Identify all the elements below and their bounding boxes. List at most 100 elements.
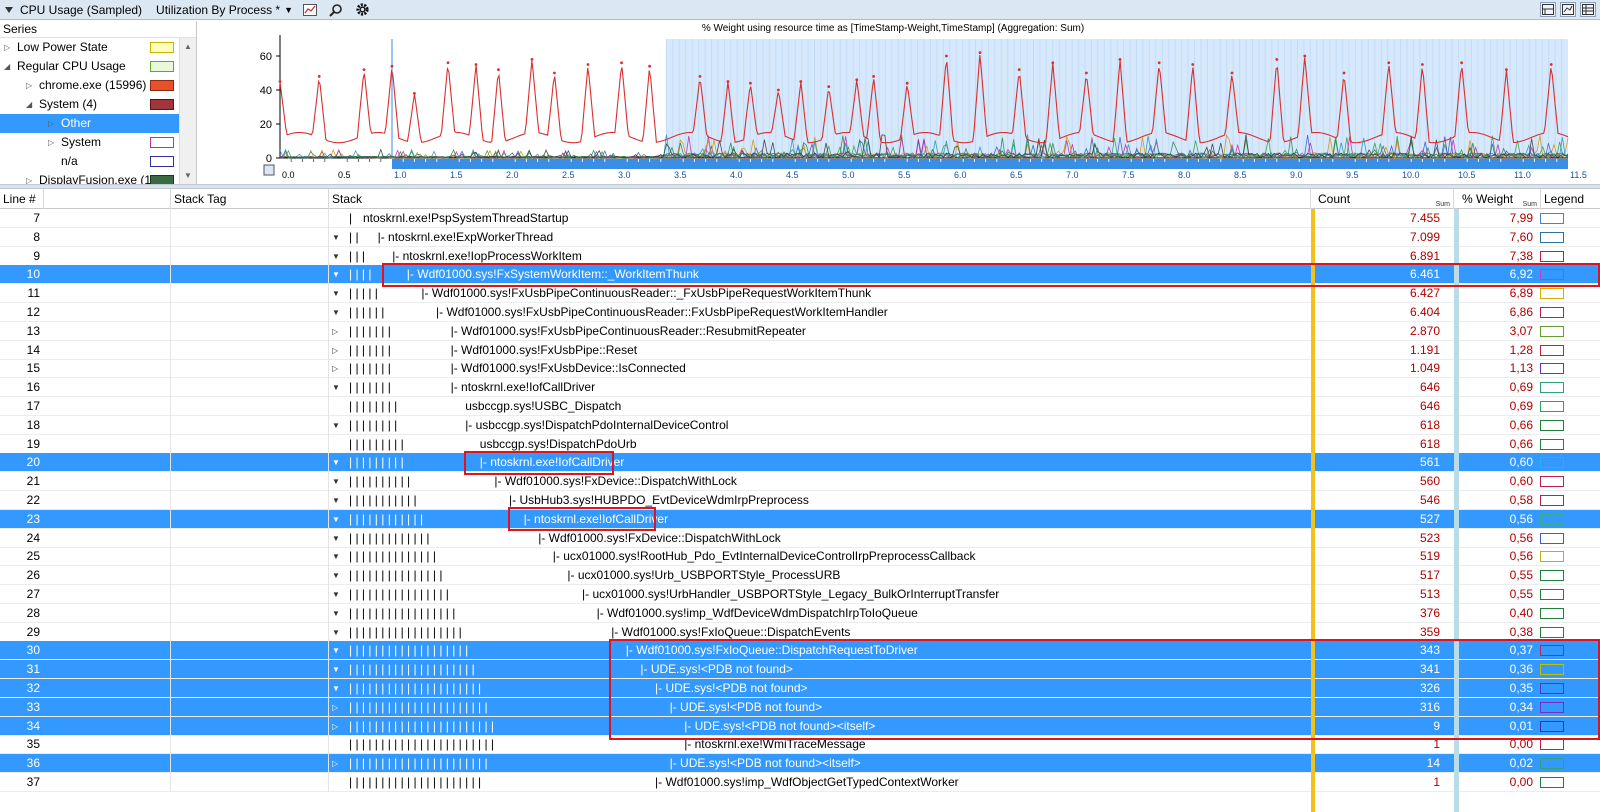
table-row[interactable]: 13 ▷ | | | | | | | |- Wdf01000.sys!FxUsbPi… [0, 321, 1600, 341]
table-row[interactable]: 12 ▼ | | | | | | |- Wdf01000.sys!FxUsbPipe… [0, 303, 1600, 322]
collapse-triangle-icon[interactable]: ▼ [332, 641, 340, 660]
table-row[interactable]: 29 ▼ | | | | | | | | | | | | | | | | | | |… [0, 622, 1600, 642]
table-row[interactable]: 20 ▼ | | | | | | | | | |- ntoskrnl.exe!Iof… [0, 453, 1600, 473]
series-item[interactable]: ◢ System (4) [0, 95, 196, 114]
col-stack[interactable]: Stack [329, 189, 1311, 209]
series-color-swatch[interactable] [150, 99, 174, 110]
table-row[interactable]: 14 ▷ | | | | | | | |- Wdf01000.sys!FxUsbPi… [0, 340, 1600, 360]
table-row[interactable]: 17 | | | | | | | | usbccgp.sys!USBC_Dispa… [0, 397, 1600, 416]
expand-triangle-icon[interactable]: ▷ [332, 698, 338, 717]
collapse-icon[interactable] [4, 5, 14, 15]
expand-triangle-icon[interactable]: ▷ [332, 341, 338, 360]
table-row[interactable]: 18 ▼ | | | | | | | | |- usbccgp.sys!Dispat… [0, 415, 1600, 435]
collapse-triangle-icon[interactable]: ▼ [332, 510, 340, 529]
expand-triangle-icon[interactable]: ▷ [48, 133, 54, 152]
graph-only-icon[interactable] [1560, 2, 1576, 17]
collapse-triangle-icon[interactable]: ◢ [26, 95, 32, 114]
column-divider-blue[interactable] [1454, 189, 1459, 812]
collapse-triangle-icon[interactable]: ▼ [332, 566, 340, 585]
table-row[interactable]: 30 ▼ | | | | | | | | | | | | | | | | | | |… [0, 641, 1600, 661]
table-row[interactable]: 26 ▼ | | | | | | | | | | | | | | | |- ucx0… [0, 566, 1600, 586]
table-row[interactable]: 7 | ntoskrnl.exe!PspSystemThreadStartup 7.… [0, 209, 1600, 228]
table-row[interactable]: 25 ▼ | | | | | | | | | | | | | | |- ucx010… [0, 547, 1600, 567]
series-color-swatch[interactable] [150, 118, 174, 129]
table-row[interactable]: 31 ▼ | | | | | | | | | | | | | | | | | | |… [0, 660, 1600, 680]
series-item[interactable]: n/a [0, 152, 196, 171]
table-row[interactable]: 27 ▼ | | | | | | | | | | | | | | | | |- uc… [0, 585, 1600, 604]
collapse-triangle-icon[interactable]: ▼ [332, 491, 340, 510]
expand-triangle-icon[interactable]: ▷ [332, 754, 338, 773]
col-pct-weight[interactable]: % Weight Sum [1459, 189, 1541, 209]
table-row[interactable]: 22 ▼ | | | | | | | | | | | |- UsbHub3.sys!… [0, 491, 1600, 510]
table-row[interactable]: 8 ▼ | | |- ntoskrnl.exe!ExpWorkerThread 7.0… [0, 227, 1600, 247]
table-row[interactable]: 35 | | | | | | | | | | | | | | | | | | | … [0, 735, 1600, 755]
series-item[interactable]: ▷ System [0, 133, 196, 152]
collapse-triangle-icon[interactable]: ▼ [332, 378, 340, 397]
table-row[interactable]: 10 ▼ | | | | |- Wdf01000.sys!FxSystemWorkI… [0, 265, 1600, 285]
series-item[interactable]: ▷ DisplayFusion.exe (1 [0, 171, 196, 184]
series-color-swatch[interactable] [150, 80, 174, 91]
table-row[interactable]: 32 ▼ | | | | | | | | | | | | | | | | | | |… [0, 679, 1600, 698]
gear-icon[interactable] [353, 2, 371, 18]
series-color-swatch[interactable] [150, 175, 174, 184]
expand-triangle-icon[interactable]: ▷ [48, 114, 54, 133]
table-row[interactable]: 11 ▼ | | | | | |- Wdf01000.sys!FxUsbPipeCo… [0, 284, 1600, 304]
expand-triangle-icon[interactable]: ▷ [4, 38, 10, 57]
collapse-triangle-icon[interactable]: ▼ [332, 416, 340, 435]
preset-dropdown[interactable]: Utilization By Process * [156, 3, 280, 17]
collapse-triangle-icon[interactable]: ▼ [332, 679, 340, 698]
table-row[interactable]: 23 ▼ | | | | | | | | | | | | |- ntoskrnl.e… [0, 509, 1600, 529]
collapse-triangle-icon[interactable]: ◢ [4, 57, 10, 76]
collapse-triangle-icon[interactable]: ▼ [332, 529, 340, 548]
expand-triangle-icon[interactable]: ▷ [332, 322, 338, 341]
expand-triangle-icon[interactable]: ▷ [26, 171, 32, 184]
col-stack-tag[interactable]: Stack Tag [171, 189, 329, 209]
scroll-up-icon[interactable]: ▲ [184, 42, 192, 51]
col-legend[interactable]: Legend [1541, 189, 1600, 209]
table-row[interactable]: 36 ▷ | | | | | | | | | | | | | | | | | | |… [0, 754, 1600, 774]
series-color-swatch[interactable] [150, 137, 174, 148]
collapse-triangle-icon[interactable]: ▼ [332, 247, 340, 266]
collapse-triangle-icon[interactable]: ▼ [332, 303, 340, 322]
graph-canvas[interactable]: 0 20 40 60 0.0 0.5 1.0 1.5 2.0 2.5 3.0 3.5 4.0 4.5 5.0… [198, 21, 1600, 184]
table-row[interactable]: 9 ▼ | | | |- ntoskrnl.exe!IopProcessWorkIt… [0, 246, 1600, 266]
expand-triangle-icon[interactable]: ▷ [332, 359, 338, 378]
series-color-swatch[interactable] [150, 61, 174, 72]
collapse-triangle-icon[interactable]: ▼ [332, 604, 340, 623]
collapse-triangle-icon[interactable]: ▼ [332, 265, 340, 284]
table-row[interactable]: 24 ▼ | | | | | | | | | | | | | |- Wdf01000… [0, 528, 1600, 548]
table-only-icon[interactable] [1580, 2, 1596, 17]
table-row[interactable]: 15 ▷ | | | | | | | |- Wdf01000.sys!FxUsbDe… [0, 359, 1600, 379]
table-graph-icon[interactable] [1540, 2, 1556, 17]
table-row[interactable]: 19 | | | | | | | | | usbccgp.sys!Dispatch… [0, 434, 1600, 454]
collapse-triangle-icon[interactable]: ▼ [332, 623, 340, 642]
col-process[interactable] [44, 189, 171, 209]
series-item[interactable]: ◢ Regular CPU Usage [0, 57, 196, 76]
series-scrollbar[interactable]: ▲ ▼ [179, 38, 196, 184]
column-divider-yellow[interactable] [1311, 189, 1315, 812]
table-row[interactable]: 34 ▷ | | | | | | | | | | | | | | | | | | |… [0, 716, 1600, 736]
expand-triangle-icon[interactable]: ▷ [332, 717, 338, 736]
table-row[interactable]: 33 ▷ | | | | | | | | | | | | | | | | | | |… [0, 697, 1600, 717]
collapse-triangle-icon[interactable]: ▼ [332, 453, 340, 472]
search-icon[interactable] [327, 2, 345, 18]
table-row[interactable]: 28 ▼ | | | | | | | | | | | | | | | | | |- … [0, 603, 1600, 623]
scroll-down-icon[interactable]: ▼ [184, 171, 192, 180]
series-item[interactable]: ▷ Other [0, 114, 196, 133]
series-item[interactable]: ▷ Low Power State [0, 38, 196, 57]
col-count[interactable]: Count Sum [1315, 189, 1454, 209]
collapse-triangle-icon[interactable]: ▼ [332, 228, 340, 247]
table-row[interactable]: 21 ▼ | | | | | | | | | | |- Wdf01000.sys!F… [0, 472, 1600, 492]
series-color-swatch[interactable] [150, 42, 174, 53]
cpu-usage-graph[interactable]: % Weight using resource time as [TimeSta… [198, 21, 1600, 184]
table-row[interactable]: 16 ▼ | | | | | | | |- ntoskrnl.exe!IofCall… [0, 378, 1600, 398]
chart-icon[interactable] [301, 2, 319, 18]
collapse-triangle-icon[interactable]: ▼ [332, 547, 340, 566]
table-row[interactable]: 37 | | | | | | | | | | | | | | | | | | | … [0, 773, 1600, 792]
series-color-swatch[interactable] [150, 156, 174, 167]
collapse-triangle-icon[interactable]: ▼ [332, 284, 340, 303]
collapse-triangle-icon[interactable]: ▼ [332, 585, 340, 604]
collapse-triangle-icon[interactable]: ▼ [332, 472, 340, 491]
collapse-triangle-icon[interactable]: ▼ [332, 660, 340, 679]
col-line[interactable]: Line # [0, 189, 44, 209]
